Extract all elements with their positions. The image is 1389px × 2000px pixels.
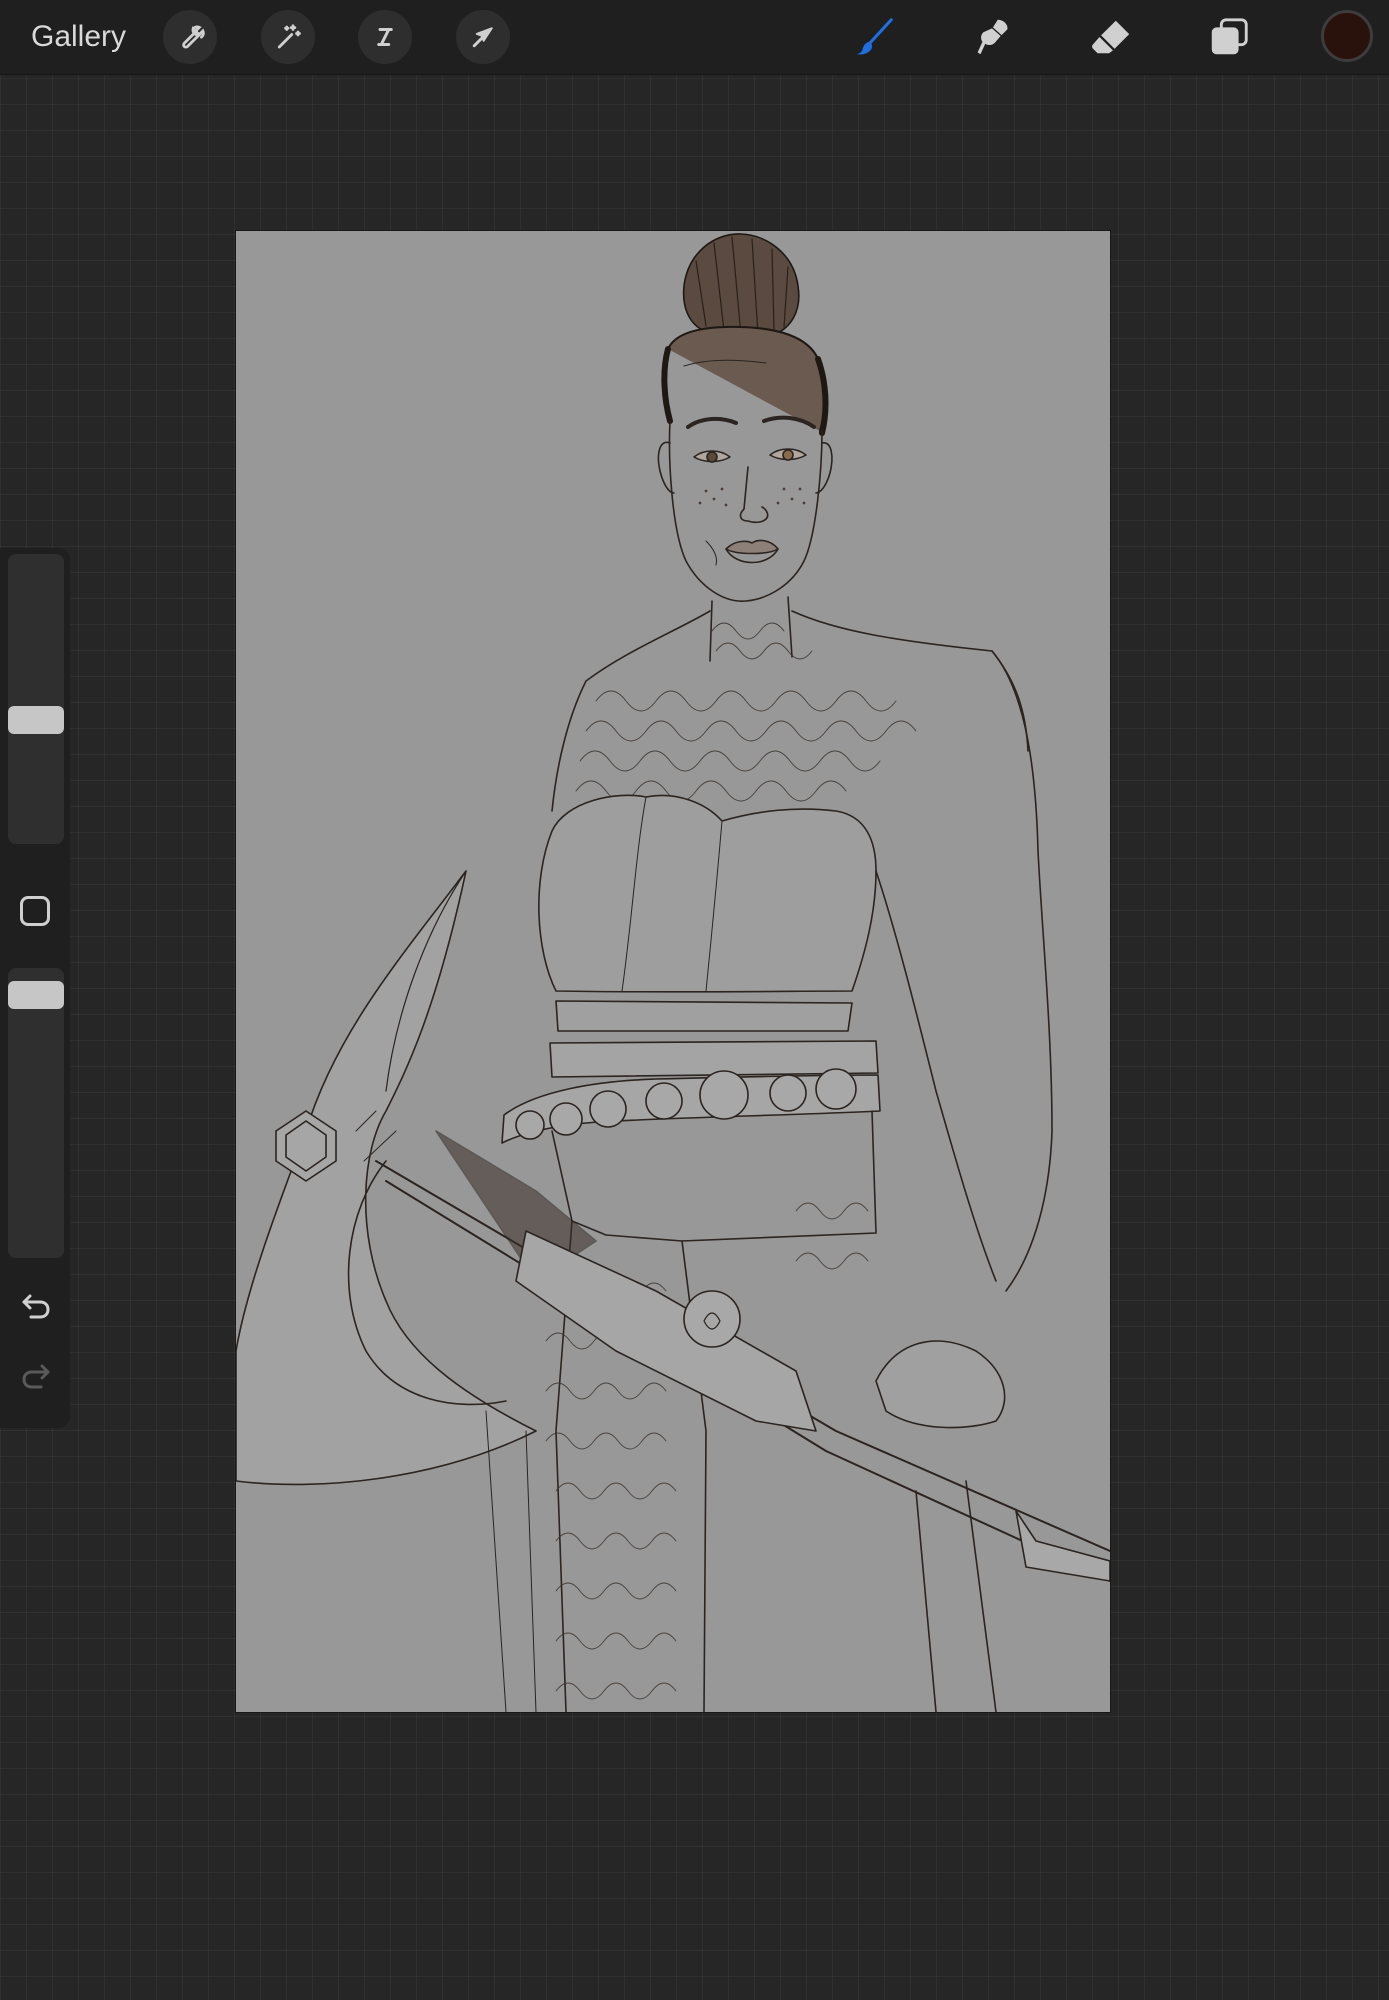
top-toolbar: Gallery [0,0,1389,75]
modify-button[interactable] [20,896,50,926]
adjustments-button[interactable] [261,10,315,64]
magic-wand-icon [277,24,301,49]
opacity-slider[interactable] [8,968,64,1258]
smudge-tool-button[interactable] [967,12,1017,62]
undo-button[interactable] [17,1290,55,1324]
selection-s-icon [377,28,393,46]
selection-button[interactable] [358,10,412,64]
brush-icon [856,18,893,55]
opacity-slider-thumb[interactable] [8,981,64,1009]
drawing-canvas[interactable] [236,231,1110,1712]
actions-button[interactable] [163,10,217,64]
transform-button[interactable] [456,10,510,64]
illustration [236,233,1110,1712]
undo-icon [22,1294,50,1319]
gallery-button[interactable]: Gallery [31,18,126,56]
eraser-tool-button[interactable] [1086,12,1136,62]
wrench-icon [182,25,205,49]
redo-button[interactable] [17,1360,55,1394]
smudge-icon [977,19,1008,55]
color-picker-button[interactable] [1321,10,1373,62]
layers-icon [1211,18,1248,55]
brush-size-slider[interactable] [8,554,64,844]
layers-button[interactable] [1204,12,1254,62]
eraser-icon [1092,20,1130,54]
redo-icon [22,1364,50,1389]
left-sidebar [0,548,70,1428]
transform-arrow-icon [472,27,493,48]
brush-size-slider-thumb[interactable] [8,706,64,734]
brush-tool-button[interactable] [849,12,899,62]
